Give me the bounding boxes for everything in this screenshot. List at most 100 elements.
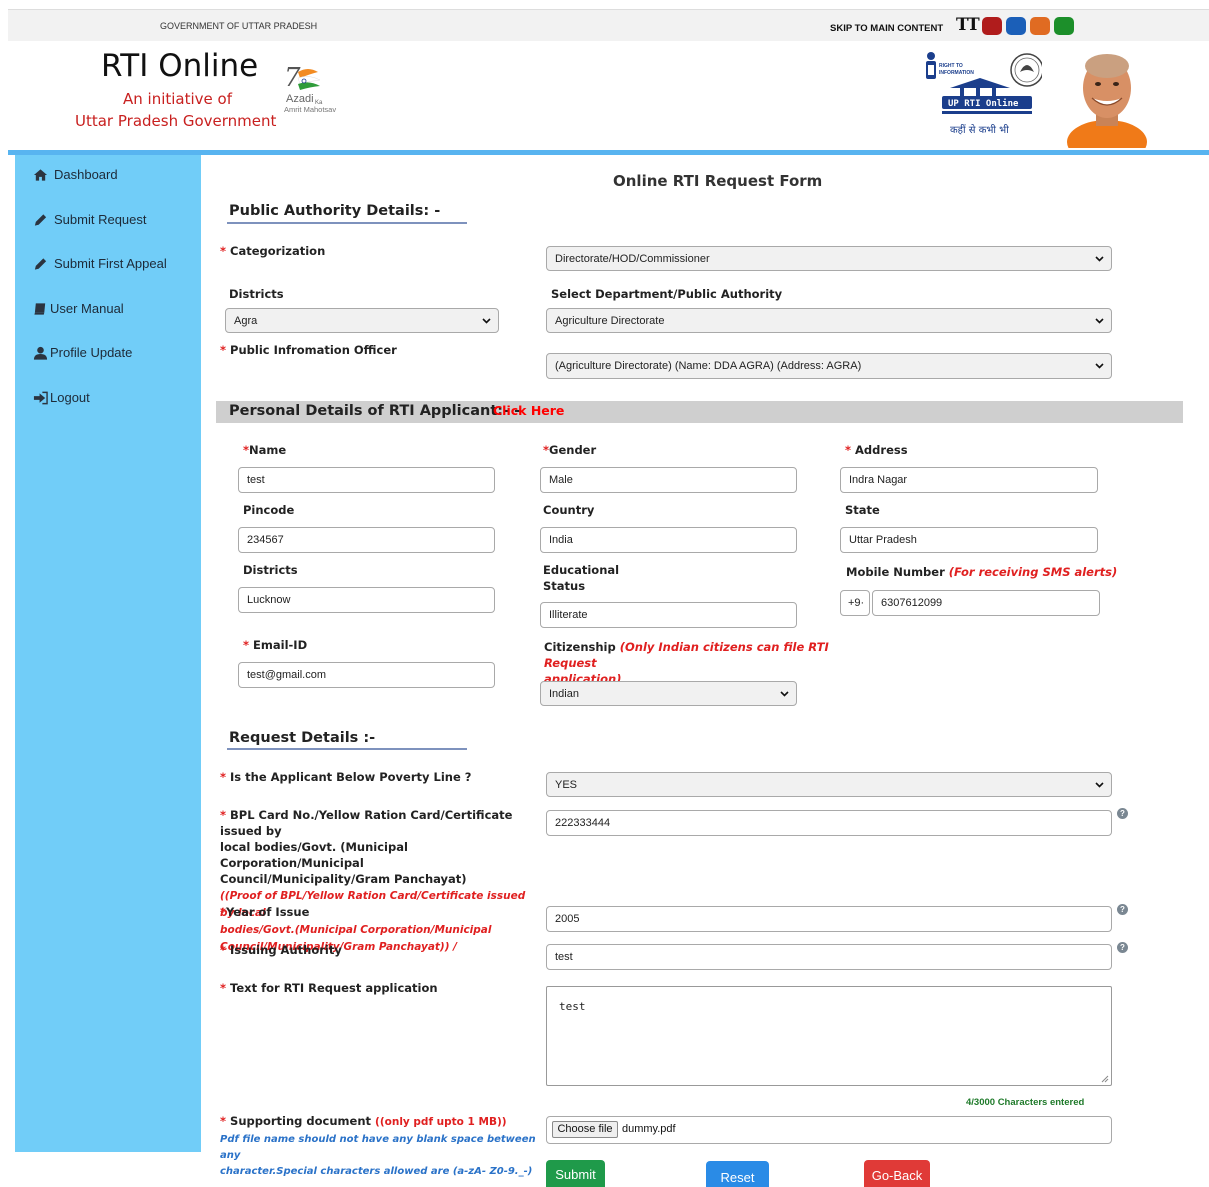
applicant-districts-label: Districts [243, 563, 298, 577]
email-value: test@gmail.com [247, 669, 327, 681]
educational-status-value: Illiterate [549, 609, 588, 621]
name-label: *Name [243, 443, 287, 457]
address-value: Indra Nagar [849, 474, 908, 486]
categorization-select[interactable]: Directorate/HOD/Commissioner [546, 246, 1112, 271]
sidebar-item-submit-first-appeal[interactable]: Submit First Appeal [33, 256, 167, 271]
help-icon[interactable]: ? [1117, 808, 1128, 819]
svg-text:UP RTI Online: UP RTI Online [948, 98, 1019, 109]
bpl-select[interactable]: YES [546, 772, 1112, 797]
character-count: 4/3000 Characters entered [966, 1097, 1085, 1108]
help-icon[interactable]: ? [1117, 942, 1128, 953]
chevron-down-icon [482, 317, 491, 324]
year-of-issue-input[interactable]: 2005 [546, 906, 1112, 932]
department-select[interactable]: Agriculture Directorate [546, 308, 1112, 333]
chevron-down-icon [1095, 781, 1104, 788]
rti-text-label: * Text for RTI Request application [220, 981, 438, 995]
country-value: India [549, 534, 573, 546]
chevron-down-icon [780, 690, 789, 697]
form-title: Online RTI Request Form [613, 172, 823, 190]
bpl-card-input[interactable]: 222333444 [546, 810, 1112, 836]
supporting-document-label: * Supporting document ((only pdf upto 1 … [220, 1114, 536, 1177]
email-label: * Email-ID [243, 638, 308, 652]
educational-status-input[interactable]: Illiterate [540, 602, 797, 628]
pencil-icon [34, 257, 47, 270]
submit-button[interactable]: Submit [546, 1160, 605, 1187]
email-input[interactable]: test@gmail.com [238, 662, 495, 688]
sidebar-item-user-manual[interactable]: User Manual [33, 301, 124, 316]
site-subtitle-line2: Uttar Pradesh Government [75, 112, 277, 130]
sidebar: Dashboard Submit Request Submit First Ap… [15, 155, 201, 1152]
svg-text:कहीं से कभी भी: कहीं से कभी भी [950, 124, 1009, 136]
gender-input[interactable]: Male [540, 467, 797, 493]
gender-label: *Gender [543, 443, 597, 457]
districts-select[interactable]: Agra [225, 308, 499, 333]
gender-value: Male [549, 474, 573, 486]
categorization-value: Directorate/HOD/Commissioner [555, 252, 710, 265]
state-value: Uttar Pradesh [849, 534, 917, 546]
theme-blue-button[interactable] [1006, 17, 1026, 35]
go-back-button[interactable]: Go-Back [864, 1160, 930, 1187]
svg-text:RIGHT TO: RIGHT TO [939, 63, 963, 69]
state-label: State [845, 503, 880, 517]
applicant-districts-input[interactable]: Lucknow [238, 587, 495, 613]
chief-minister-photo [1067, 54, 1147, 148]
year-of-issue-label: *Year of Issue [220, 905, 310, 919]
sidebar-item-dashboard[interactable]: Dashboard [33, 167, 118, 182]
issuing-authority-input[interactable]: test [546, 944, 1112, 970]
sidebar-item-logout[interactable]: Logout [33, 390, 90, 405]
mobile-number-input[interactable]: 6307612099 [872, 590, 1100, 616]
text-size-toggle[interactable]: TT [956, 15, 980, 35]
educational-status-label: Educational Status [543, 563, 620, 593]
chevron-down-icon [1095, 255, 1104, 262]
citizenship-label: Citizenship (Only Indian citizens can fi… [544, 640, 829, 686]
help-icon[interactable]: ? [1117, 904, 1128, 915]
categorization-label: * Categorization [220, 244, 326, 258]
pincode-value: 234567 [247, 534, 284, 546]
address-input[interactable]: Indra Nagar [840, 467, 1098, 493]
state-input[interactable]: Uttar Pradesh [840, 527, 1098, 553]
rti-text-textarea[interactable]: test [546, 986, 1112, 1086]
sidebar-item-profile-update[interactable]: Profile Update [33, 345, 132, 360]
mobile-label: Mobile Number (For receiving SMS alerts) [846, 565, 1118, 579]
personal-details-heading: Personal Details of RTI Applicant:- - [229, 403, 521, 419]
pio-select[interactable]: (Agriculture Directorate) (Name: DDA AGR… [546, 353, 1112, 379]
citizenship-value: Indian [549, 687, 579, 700]
theme-green-button[interactable] [1054, 17, 1074, 35]
country-input[interactable]: India [540, 527, 797, 553]
bpl-card-value: 222333444 [555, 817, 611, 829]
click-here-link[interactable]: Click Here [493, 403, 564, 418]
sidebar-item-label: User Manual [50, 301, 124, 316]
public-authority-heading: Public Authority Details: - [229, 203, 441, 219]
sidebar-item-label: Profile Update [50, 345, 133, 360]
pincode-label: Pincode [243, 503, 295, 517]
sidebar-item-submit-request[interactable]: Submit Request [33, 212, 147, 227]
name-value: test [247, 474, 265, 486]
name-input[interactable]: test [238, 467, 495, 493]
government-name: GOVERNMENT OF UTTAR PRADESH [160, 21, 318, 31]
chevron-down-icon [1095, 317, 1104, 324]
personal-details-header: Personal Details of RTI Applicant:- - Cl… [216, 401, 1183, 423]
skip-to-main-content-link[interactable]: SKIP TO MAIN CONTENT [830, 23, 943, 34]
mobile-country-code: +9· [840, 590, 870, 616]
issuing-authority-value: test [555, 951, 573, 963]
section-underline [227, 222, 467, 224]
districts-value: Agra [234, 314, 258, 327]
top-bar: GOVERNMENT OF UTTAR PRADESH SKIP TO MAIN… [8, 9, 1209, 41]
address-label: * Address [845, 443, 908, 457]
reset-button[interactable]: Reset [706, 1161, 769, 1187]
theme-red-button[interactable] [982, 17, 1002, 35]
choose-file-button[interactable]: Choose file [552, 1121, 618, 1138]
resize-handle-icon[interactable] [1101, 1075, 1109, 1083]
user-icon [33, 346, 48, 360]
chevron-down-icon [1095, 363, 1104, 369]
book-icon [34, 302, 46, 315]
department-label: Select Department/Public Authority [551, 287, 783, 301]
country-label: Country [543, 503, 595, 517]
bpl-value: YES [555, 778, 578, 791]
citizenship-select[interactable]: Indian [540, 681, 797, 706]
theme-orange-button[interactable] [1030, 17, 1050, 35]
pincode-input[interactable]: 234567 [238, 527, 495, 553]
mobile-code-value: +9· [848, 597, 865, 609]
azadi-ka-amrit-mahotsav-logo: 7 Azadi Ka Amrit Mahotsav [284, 63, 336, 114]
pio-label: * Public Infromation Officer [220, 343, 397, 357]
